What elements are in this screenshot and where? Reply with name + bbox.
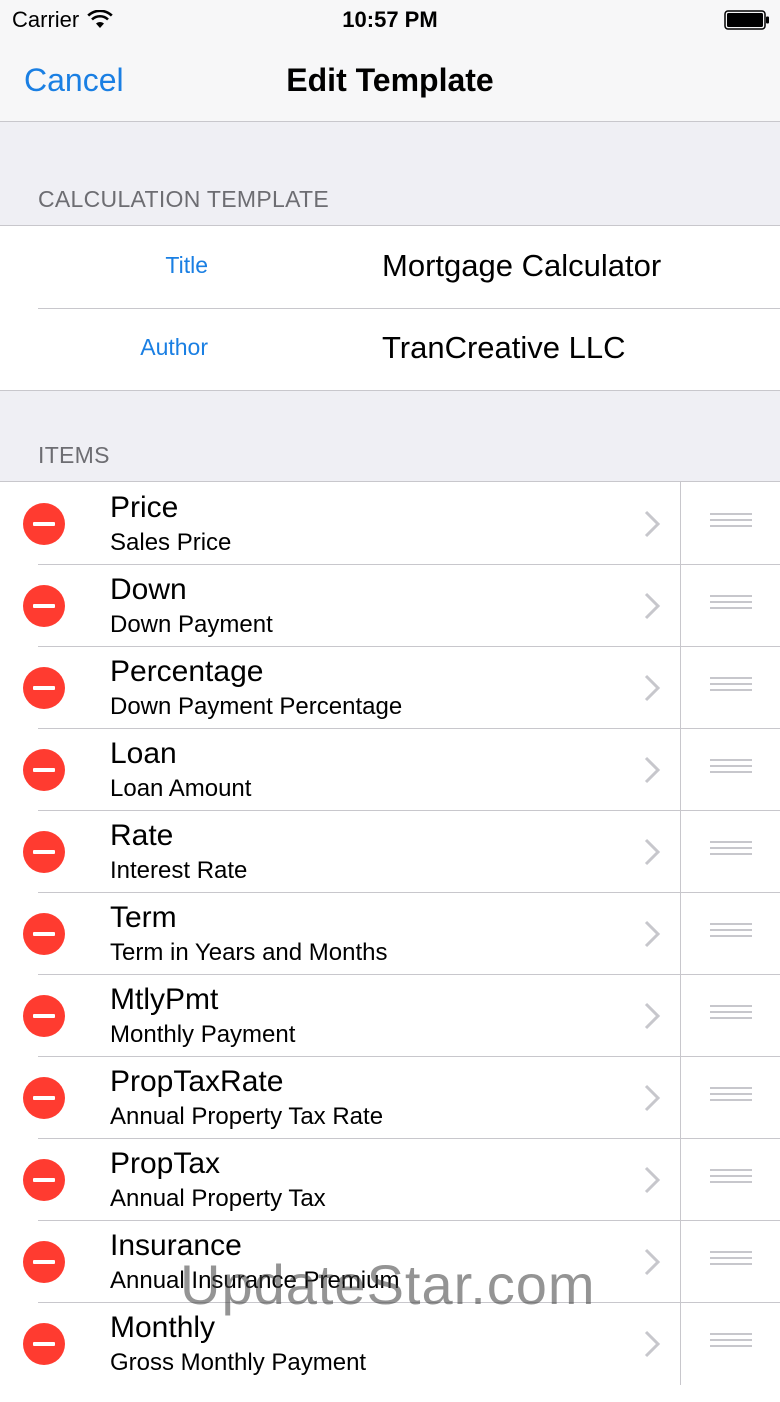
item-description: Gross Monthly Payment [110, 1349, 367, 1376]
chevron-right-icon [644, 1248, 661, 1276]
chevron-right-icon [644, 1084, 661, 1112]
reorder-divider [680, 1056, 681, 1139]
list-item[interactable]: Loan Loan Amount [0, 728, 780, 811]
item-description: Monthly Payment [110, 1021, 296, 1048]
item-description: Sales Price [110, 529, 232, 556]
reorder-handle-icon[interactable] [710, 759, 752, 779]
reorder-divider [680, 892, 681, 975]
item-description: Loan Amount [110, 775, 252, 802]
reorder-handle-icon[interactable] [710, 1251, 752, 1271]
item-name: Loan [110, 737, 177, 770]
status-bar: Carrier 10:57 PM [0, 0, 780, 40]
reorder-divider [680, 810, 681, 893]
delete-icon[interactable] [23, 1077, 65, 1119]
item-description: Annual Property Tax [110, 1185, 326, 1212]
delete-icon[interactable] [23, 1241, 65, 1283]
reorder-divider [680, 564, 681, 647]
reorder-divider [680, 974, 681, 1057]
item-name: Insurance [110, 1229, 242, 1262]
reorder-divider [680, 728, 681, 811]
list-item[interactable]: Insurance Annual Insurance Premium [0, 1220, 780, 1303]
reorder-divider [680, 646, 681, 729]
reorder-handle-icon[interactable] [710, 1005, 752, 1025]
reorder-handle-icon[interactable] [710, 1169, 752, 1189]
list-item[interactable]: Term Term in Years and Months [0, 892, 780, 975]
reorder-handle-icon[interactable] [710, 923, 752, 943]
delete-icon[interactable] [23, 831, 65, 873]
chevron-right-icon [644, 838, 661, 866]
item-description: Interest Rate [110, 857, 248, 884]
list-item[interactable]: PropTax Annual Property Tax [0, 1138, 780, 1221]
author-field-label: Author [140, 334, 208, 360]
item-description: Down Payment Percentage [110, 693, 403, 720]
item-description: Annual Property Tax Rate [110, 1103, 384, 1130]
reorder-handle-icon[interactable] [710, 1333, 752, 1353]
delete-icon[interactable] [23, 1323, 65, 1365]
title-field-value[interactable]: Mortgage Calculator [382, 248, 661, 284]
item-name: Monthly [110, 1311, 216, 1344]
status-time: 10:57 PM [342, 7, 438, 32]
list-item[interactable]: Rate Interest Rate [0, 810, 780, 893]
item-name: Down [110, 573, 187, 606]
item-name: MtlyPmt [110, 983, 219, 1016]
reorder-handle-icon[interactable] [710, 841, 752, 861]
item-name: Percentage [110, 655, 264, 688]
delete-icon[interactable] [23, 913, 65, 955]
list-item[interactable]: Percentage Down Payment Percentage [0, 646, 780, 729]
chevron-right-icon [644, 674, 661, 702]
list-item[interactable]: Down Down Payment [0, 564, 780, 647]
reorder-divider [680, 1138, 681, 1221]
reorder-divider [680, 1302, 681, 1385]
reorder-handle-icon[interactable] [710, 677, 752, 697]
delete-icon[interactable] [23, 503, 65, 545]
items-section-header: ITEMS [38, 442, 110, 468]
chevron-right-icon [644, 1166, 661, 1194]
author-field-value[interactable]: TranCreative LLC [382, 330, 626, 366]
reorder-divider [680, 482, 681, 565]
title-field-label: Title [165, 252, 208, 278]
item-name: PropTaxRate [110, 1065, 284, 1098]
template-section-header: CALCULATION TEMPLATE [38, 186, 330, 212]
title-field-row[interactable]: Title Mortgage Calculator [0, 226, 780, 308]
list-item[interactable]: MtlyPmt Monthly Payment [0, 974, 780, 1057]
item-description: Term in Years and Months [110, 939, 388, 966]
delete-icon[interactable] [23, 667, 65, 709]
page-title: Edit Template [286, 62, 494, 98]
chevron-right-icon [644, 510, 661, 538]
delete-icon[interactable] [23, 585, 65, 627]
template-fields-group: Title Mortgage Calculator Author TranCre… [0, 225, 780, 391]
item-name: Term [110, 901, 177, 934]
list-item[interactable]: PropTaxRate Annual Property Tax Rate [0, 1056, 780, 1139]
item-name: Rate [110, 819, 174, 852]
reorder-handle-icon[interactable] [710, 513, 752, 533]
chevron-right-icon [644, 1002, 661, 1030]
reorder-handle-icon[interactable] [710, 1087, 752, 1107]
item-description: Down Payment [110, 611, 273, 638]
delete-icon[interactable] [23, 995, 65, 1037]
battery-icon [724, 10, 769, 30]
delete-icon[interactable] [23, 749, 65, 791]
navigation-bar: Cancel Edit Template [0, 40, 780, 122]
chevron-right-icon [644, 592, 661, 620]
chevron-right-icon [644, 920, 661, 948]
reorder-divider [680, 1220, 681, 1303]
reorder-handle-icon[interactable] [710, 595, 752, 615]
item-name: PropTax [110, 1147, 221, 1180]
list-item[interactable]: Monthly Gross Monthly Payment [0, 1302, 780, 1385]
chevron-right-icon [644, 756, 661, 784]
items-list: Price Sales Price Down Down Payment Perc… [0, 481, 780, 1402]
author-field-row[interactable]: Author TranCreative LLC [0, 308, 780, 390]
delete-icon[interactable] [23, 1159, 65, 1201]
list-item[interactable]: Price Sales Price [0, 482, 780, 565]
item-name: Price [110, 491, 179, 524]
chevron-right-icon [644, 1330, 661, 1358]
item-description: Annual Insurance Premium [110, 1267, 400, 1294]
